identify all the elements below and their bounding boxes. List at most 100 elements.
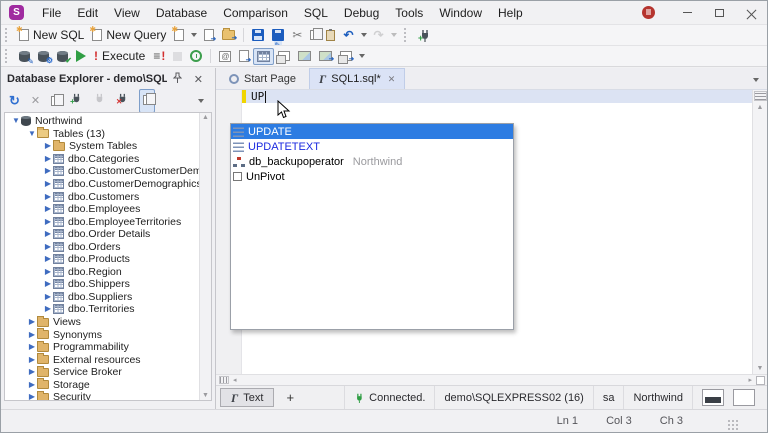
tree-item-dbo-shippers[interactable]: ▶ dbo.Shippers (5, 278, 199, 291)
completion-item-update[interactable]: UPDATE (231, 124, 513, 139)
sql-editor[interactable]: UP UPDATE UPDATETEXT db_backupoperator Nort… (216, 90, 767, 374)
tree-item-dbo-customerdemographics[interactable]: ▶ dbo.CustomerDemographics (5, 178, 202, 191)
completion-item-db_backupoperator[interactable]: db_backupoperator Northwind (231, 154, 513, 169)
menu-tools[interactable]: Tools (387, 3, 431, 23)
cut-button[interactable]: ✂ (288, 27, 306, 43)
disconnect-plug-icon[interactable]: ✕ (116, 92, 128, 110)
new-query-button[interactable]: New Query (88, 25, 170, 44)
database-selector[interactable]: Northwind (623, 386, 692, 409)
scroll-down-icon[interactable]: ▼ (757, 365, 764, 372)
menu-comparison[interactable]: Comparison (215, 3, 296, 23)
tree-expanded-arrow-icon[interactable]: ▼ (27, 129, 37, 138)
plug-icon[interactable] (93, 92, 105, 110)
splitter-handle[interactable] (753, 91, 767, 101)
paste-button[interactable] (322, 28, 339, 43)
user-selector[interactable]: sa (592, 386, 624, 409)
tree-scrollbar[interactable]: ▲ ▼ (199, 113, 211, 400)
connect-plug-icon[interactable]: + (70, 92, 82, 110)
database-check-button[interactable]: ✔ (53, 49, 72, 64)
scroll-right-icon[interactable]: ▸ (748, 376, 752, 384)
database-options-button[interactable]: ⚙ (34, 49, 53, 64)
tree-collapsed-arrow-icon[interactable]: ▶ (43, 217, 53, 226)
tabstrip-dropdown[interactable] (753, 78, 759, 82)
tree-collapsed-arrow-icon[interactable]: ▶ (27, 368, 37, 376)
tree-collapsed-arrow-icon[interactable]: ▶ (43, 267, 53, 276)
execute-script-button[interactable]: ≡! (149, 47, 169, 65)
completion-item-unpivot[interactable]: UnPivot (231, 169, 513, 184)
tree-collapsed-arrow-icon[interactable]: ▶ (43, 154, 53, 163)
pin-icon[interactable] (167, 72, 188, 86)
tree-item-dbo-employees[interactable]: ▶ dbo.Employees (5, 203, 199, 216)
tree-item-system-tables[interactable]: ▶ System Tables (5, 139, 199, 153)
tree-collapsed-arrow-icon[interactable]: ▶ (43, 142, 53, 150)
tree-item-dbo-categories[interactable]: ▶ dbo.Categories (5, 153, 199, 166)
copy-button[interactable] (306, 28, 324, 42)
new-document-dropdown[interactable] (191, 33, 198, 37)
tree-item-synonyms[interactable]: ▶ Synonyms (5, 328, 199, 341)
new-document-button[interactable] (170, 25, 188, 43)
export-image-button[interactable] (315, 49, 336, 63)
tree-collapsed-arrow-icon[interactable]: ▶ (27, 380, 37, 389)
scroll-left-icon[interactable]: ◂ (233, 376, 237, 384)
tree-item-dbo-suppliers[interactable]: ▶ dbo.Suppliers (5, 291, 199, 304)
user-avatar-icon[interactable] (642, 6, 655, 19)
completion-item-updatetext[interactable]: UPDATETEXT (231, 139, 513, 154)
edit-connection-button[interactable] (15, 49, 34, 66)
layout-windows-button[interactable] (274, 49, 294, 64)
redo-dropdown[interactable] (390, 33, 397, 37)
tree-item-tables-13-[interactable]: ▼ Tables (13) (5, 127, 199, 141)
tab-close-icon[interactable]: ✕ (388, 74, 396, 85)
maximize-button[interactable] (703, 1, 735, 24)
show-image-button[interactable] (294, 49, 315, 63)
tree-item-dbo-customercustomerdemo[interactable]: ▶ dbo.CustomerCustomerDemo (5, 165, 208, 178)
tree-collapsed-arrow-icon[interactable]: ▶ (43, 230, 53, 238)
query-history-button[interactable] (186, 48, 206, 64)
tree-collapsed-arrow-icon[interactable]: ▶ (43, 192, 53, 201)
execute-button[interactable]: ! Execute (90, 47, 149, 65)
tree-item-dbo-region[interactable]: ▶ dbo.Region (5, 266, 199, 279)
explorer-toolbar-dropdown[interactable] (198, 98, 204, 103)
undo-button[interactable]: ↶ (339, 27, 357, 43)
menu-help[interactable]: Help (490, 3, 531, 23)
menu-window[interactable]: Window (431, 3, 490, 23)
menu-database[interactable]: Database (148, 3, 215, 23)
tree-collapsed-arrow-icon[interactable]: ▶ (43, 167, 53, 175)
new-sql-button[interactable]: New SQL (15, 25, 88, 44)
tree-collapsed-arrow-icon[interactable]: ▶ (43, 292, 53, 301)
resize-grip[interactable] (727, 419, 739, 431)
float-window-button[interactable] (336, 49, 356, 64)
send-mail-button[interactable]: @ (215, 49, 235, 64)
open-folder-button[interactable] (218, 28, 239, 42)
tree-collapsed-arrow-icon[interactable]: ▶ (43, 305, 53, 313)
scroll-down-icon[interactable]: ▼ (202, 392, 209, 399)
server-selector[interactable]: demo\SQLEXPRESS02 (16) (434, 386, 592, 409)
menu-edit[interactable]: Edit (69, 3, 106, 23)
menu-sql[interactable]: SQL (296, 3, 336, 23)
close-button[interactable] (735, 1, 767, 24)
tree-item-dbo-order-details[interactable]: ▶ dbo.Order Details (5, 228, 199, 241)
explorer-close-icon[interactable]: ✕ (188, 73, 209, 86)
tab-sql1-sql-[interactable]: Γ SQL1.sql* ✕ (308, 68, 406, 89)
tree-item-dbo-employeeterritories[interactable]: ▶ dbo.EmployeeTerritories (5, 215, 199, 228)
save-button[interactable] (248, 27, 268, 43)
open-file-button[interactable] (200, 27, 218, 43)
new-connection-button[interactable]: + (414, 27, 434, 44)
tree-collapsed-arrow-icon[interactable]: ▶ (43, 242, 53, 251)
text-view-tab[interactable]: Γ Text (220, 388, 275, 407)
refresh-icon[interactable]: ↻ (9, 94, 20, 107)
tree-expanded-arrow-icon[interactable]: ▼ (11, 117, 21, 125)
tree-collapsed-arrow-icon[interactable]: ▶ (43, 280, 53, 288)
scroll-up-icon[interactable]: ▲ (202, 114, 209, 121)
tree-collapsed-arrow-icon[interactable]: ▶ (43, 255, 53, 263)
editor-line-1[interactable]: UP (251, 90, 267, 103)
toolbar-grip[interactable] (5, 49, 10, 63)
tree-item-security[interactable]: ▶ Security (5, 390, 199, 400)
toolbar-grip[interactable] (403, 28, 409, 42)
tree-item-dbo-customers[interactable]: ▶ dbo.Customers (5, 190, 199, 203)
redo-button[interactable]: ↷ (370, 27, 388, 43)
editor-horizontal-scrollbar[interactable]: ◂ ▸ (216, 374, 767, 385)
properties-icon[interactable] (51, 93, 65, 106)
horizontal-splitter-handle[interactable] (219, 376, 229, 384)
refresh-document-button[interactable] (139, 88, 157, 113)
editor-layout-button[interactable] (702, 389, 724, 406)
